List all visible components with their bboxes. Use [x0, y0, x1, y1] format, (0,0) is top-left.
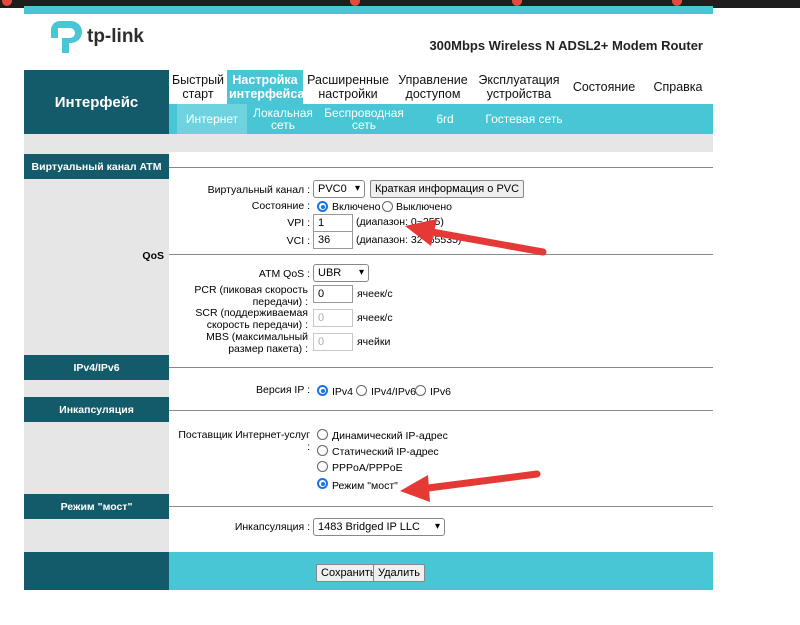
arrow-to-bridge-mode-icon: [400, 470, 541, 502]
arrow-to-vpi-icon: [405, 219, 547, 256]
annotation-arrows: [400, 219, 547, 502]
